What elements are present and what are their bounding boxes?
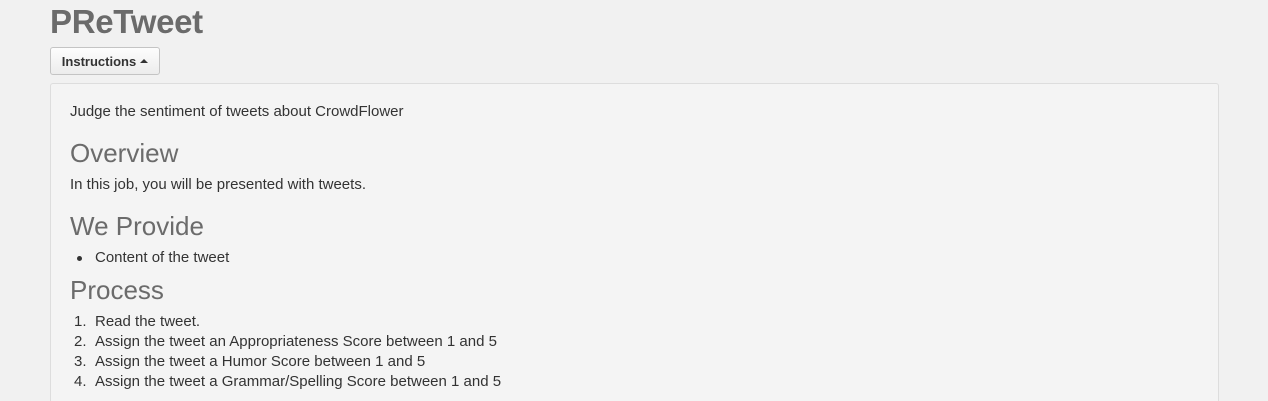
list-item: 4. Assign the tweet a Grammar/Spelling S… (70, 372, 501, 392)
overview-heading: Overview (70, 138, 179, 168)
step-number: 3. (74, 353, 87, 370)
we-provide-list: Content of the tweet (70, 248, 229, 268)
instructions-toggle-button[interactable]: Instructions (50, 47, 160, 75)
list-item: 1. Read the tweet. (70, 312, 501, 332)
list-item: 3. Assign the tweet a Humor Score betwee… (70, 352, 501, 372)
list-item: Content of the tweet (70, 248, 229, 268)
step-number: 4. (74, 373, 87, 390)
process-steps-list: 1. Read the tweet. 2. Assign the tweet a… (70, 312, 501, 392)
list-item: 2. Assign the tweet an Appropriateness S… (70, 332, 501, 352)
page: PReTweet Instructions Judge the sentimen… (0, 0, 1268, 401)
overview-text: In this job, you will be presented with … (70, 176, 366, 193)
instructions-button-label: Instructions (61, 53, 137, 69)
we-provide-heading: We Provide (70, 211, 204, 241)
step-text: Assign the tweet a Grammar/Spelling Scor… (95, 373, 502, 390)
step-text: Read the tweet. (95, 313, 201, 330)
step-text: Assign the tweet a Humor Score between 1… (95, 353, 426, 370)
list-item-text: Content of the tweet (95, 249, 230, 266)
page-title: PReTweet (50, 3, 203, 40)
step-number: 2. (74, 333, 87, 350)
instructions-panel: Judge the sentiment of tweets about Crow… (50, 83, 1219, 401)
step-number: 1. (74, 313, 87, 330)
caret-up-icon (140, 58, 149, 63)
instructions-intro: Judge the sentiment of tweets about Crow… (70, 103, 404, 120)
bullet-icon (77, 256, 82, 261)
process-heading: Process (70, 275, 164, 305)
step-text: Assign the tweet an Appropriateness Scor… (95, 333, 497, 350)
